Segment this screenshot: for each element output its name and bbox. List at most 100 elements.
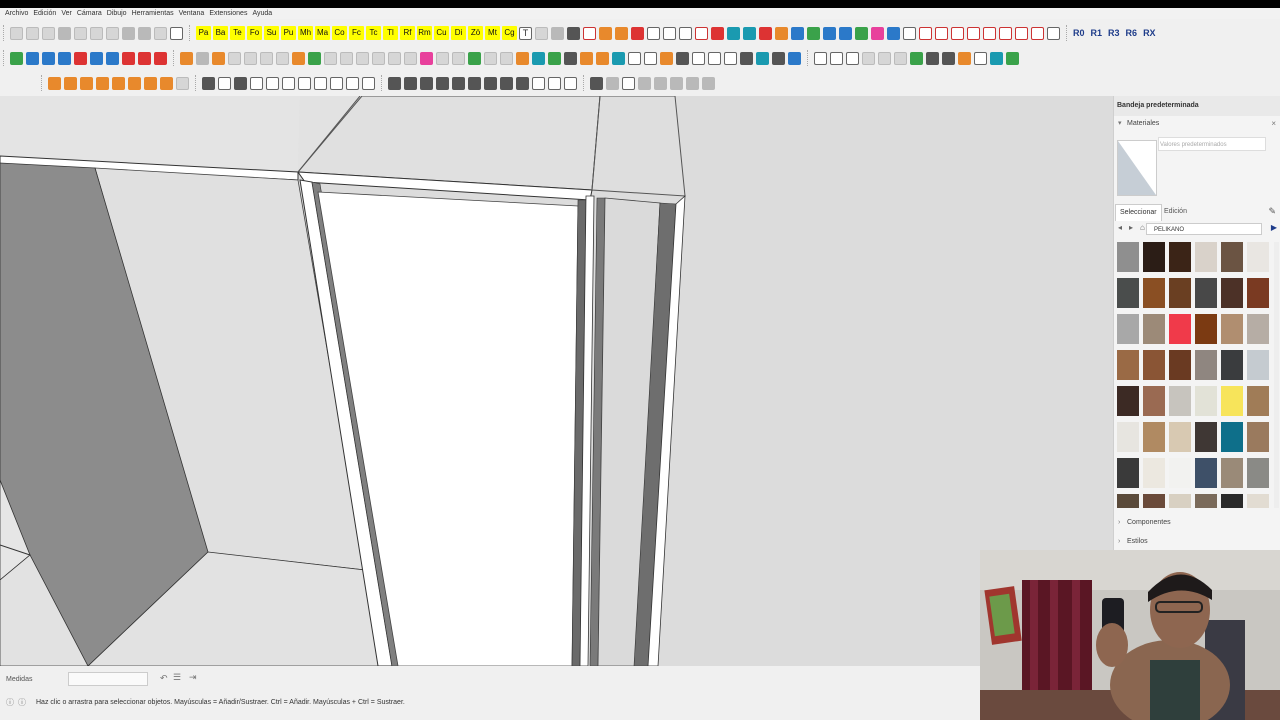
material-swatch[interactable] — [1195, 458, 1217, 488]
rect-b-icon[interactable] — [951, 26, 964, 40]
plugin-button-tl[interactable]: Tl — [383, 26, 398, 40]
material-swatch[interactable] — [1221, 494, 1243, 508]
cabinet-c-icon[interactable] — [548, 51, 561, 65]
zoom-icon[interactable] — [420, 76, 433, 90]
offset-tool-icon[interactable] — [176, 76, 189, 90]
plugin-button-fc[interactable]: Fc — [349, 26, 364, 40]
curve-icon[interactable] — [122, 51, 135, 65]
solid-a-icon[interactable] — [590, 76, 603, 90]
plugin-button-te[interactable]: Te — [230, 26, 245, 40]
fill-icon[interactable] — [756, 51, 769, 65]
view-c-icon[interactable] — [564, 76, 577, 90]
plugin-button-pu[interactable]: Pu — [281, 26, 296, 40]
plugin-button-zo[interactable]: Zö — [468, 26, 483, 40]
view-a-icon[interactable] — [532, 76, 545, 90]
material-swatch[interactable] — [1117, 386, 1139, 416]
material-swatch[interactable] — [1195, 314, 1217, 344]
save-icon[interactable] — [42, 26, 55, 40]
menu-ver[interactable]: Ver — [61, 8, 72, 19]
shelf-e-icon[interactable] — [388, 51, 401, 65]
material-swatch[interactable] — [1247, 314, 1269, 344]
styles-section-header[interactable]: › Estilos × — [1114, 534, 1280, 550]
mono-icon[interactable] — [670, 76, 683, 90]
cube-c-icon[interactable] — [282, 76, 295, 90]
cube-e-icon[interactable] — [314, 76, 327, 90]
material-swatch[interactable] — [1195, 242, 1217, 272]
pencil-icon[interactable] — [660, 51, 673, 65]
chart-icon[interactable] — [807, 26, 820, 40]
cube-f-icon[interactable] — [330, 76, 343, 90]
plugin-button-mh[interactable]: Mh — [298, 26, 313, 40]
drawer-d-icon[interactable] — [484, 51, 497, 65]
menu-ventana[interactable]: Ventana — [179, 8, 205, 19]
orbit-icon[interactable] — [388, 76, 401, 90]
shelf-d-icon[interactable] — [372, 51, 385, 65]
folder-icon[interactable] — [599, 26, 612, 40]
cabinet-b-icon[interactable] — [532, 51, 545, 65]
paint-icon[interactable] — [788, 51, 801, 65]
material-swatch[interactable] — [1117, 242, 1139, 272]
model-viewport[interactable] — [0, 96, 1113, 666]
previous-view-icon[interactable] — [468, 76, 481, 90]
layers-icon[interactable] — [926, 51, 939, 65]
zoom-window-icon[interactable] — [436, 76, 449, 90]
camera-icon[interactable] — [839, 26, 852, 40]
plugin-button-pa[interactable]: Pa — [196, 26, 211, 40]
material-swatch[interactable] — [1143, 494, 1165, 508]
material-swatch[interactable] — [1195, 350, 1217, 380]
material-swatch[interactable] — [1169, 314, 1191, 344]
section-g-icon[interactable] — [910, 51, 923, 65]
material-swatch[interactable] — [1169, 350, 1191, 380]
model-info-icon[interactable] — [170, 26, 183, 40]
library-select[interactable]: PELIKANO — [1146, 223, 1262, 235]
settings-icon[interactable] — [974, 51, 987, 65]
menu-camara[interactable]: Cámara — [77, 8, 102, 19]
shelf-f-icon[interactable] — [404, 51, 417, 65]
plugin-button-ba[interactable]: Ba — [213, 26, 228, 40]
box-icon[interactable] — [775, 26, 788, 40]
slash-icon[interactable] — [727, 26, 740, 40]
sphere-icon[interactable] — [551, 26, 564, 40]
drawer-icon[interactable] — [420, 51, 433, 65]
yellow-box-icon[interactable] — [596, 51, 609, 65]
material-swatch[interactable] — [1247, 278, 1269, 308]
material-swatch[interactable] — [1247, 386, 1269, 416]
frame-icon[interactable] — [903, 26, 916, 40]
r1-button[interactable]: R1 — [1091, 28, 1103, 38]
flag-icon[interactable] — [154, 51, 167, 65]
plugin-button-mt[interactable]: Mt — [485, 26, 500, 40]
brush-icon[interactable] — [266, 76, 279, 90]
material-swatch[interactable] — [1221, 458, 1243, 488]
tape-measure-icon[interactable] — [96, 76, 109, 90]
menu-herramientas[interactable]: Herramientas — [132, 8, 174, 19]
back-arrow-icon[interactable]: ◂ — [1118, 223, 1122, 232]
look-around-icon[interactable] — [500, 76, 513, 90]
xray-icon[interactable] — [686, 76, 699, 90]
material-swatch[interactable] — [1247, 350, 1269, 380]
cabinet-icon[interactable] — [516, 51, 529, 65]
wand-icon[interactable] — [535, 26, 548, 40]
material-swatch[interactable] — [1143, 350, 1165, 380]
details-icon[interactable]: ▶ — [1271, 223, 1277, 232]
print-icon[interactable] — [154, 26, 167, 40]
rectangle-tool-icon[interactable] — [48, 76, 61, 90]
rect-a-icon[interactable] — [935, 26, 948, 40]
undo-icon[interactable]: ↶ — [160, 673, 168, 684]
cube-b-icon[interactable] — [234, 76, 247, 90]
material-swatch[interactable] — [1247, 242, 1269, 272]
document-icon[interactable] — [583, 26, 596, 40]
mirror-icon[interactable] — [106, 51, 119, 65]
material-swatch[interactable] — [1221, 350, 1243, 380]
plugin-button-fo[interactable]: Fo — [247, 26, 262, 40]
section-e-icon[interactable] — [878, 51, 891, 65]
scene-icon[interactable] — [990, 51, 1003, 65]
section-a-icon[interactable] — [814, 51, 827, 65]
shelf-c-icon[interactable] — [356, 51, 369, 65]
plugin-button-cu[interactable]: Cu — [434, 26, 449, 40]
panel-c-icon[interactable] — [260, 51, 273, 65]
cut-list-icon[interactable] — [628, 51, 641, 65]
open-file-icon[interactable] — [26, 26, 39, 40]
material-swatch[interactable] — [1117, 458, 1139, 488]
textured-icon[interactable] — [654, 76, 667, 90]
component-icon[interactable] — [202, 76, 215, 90]
